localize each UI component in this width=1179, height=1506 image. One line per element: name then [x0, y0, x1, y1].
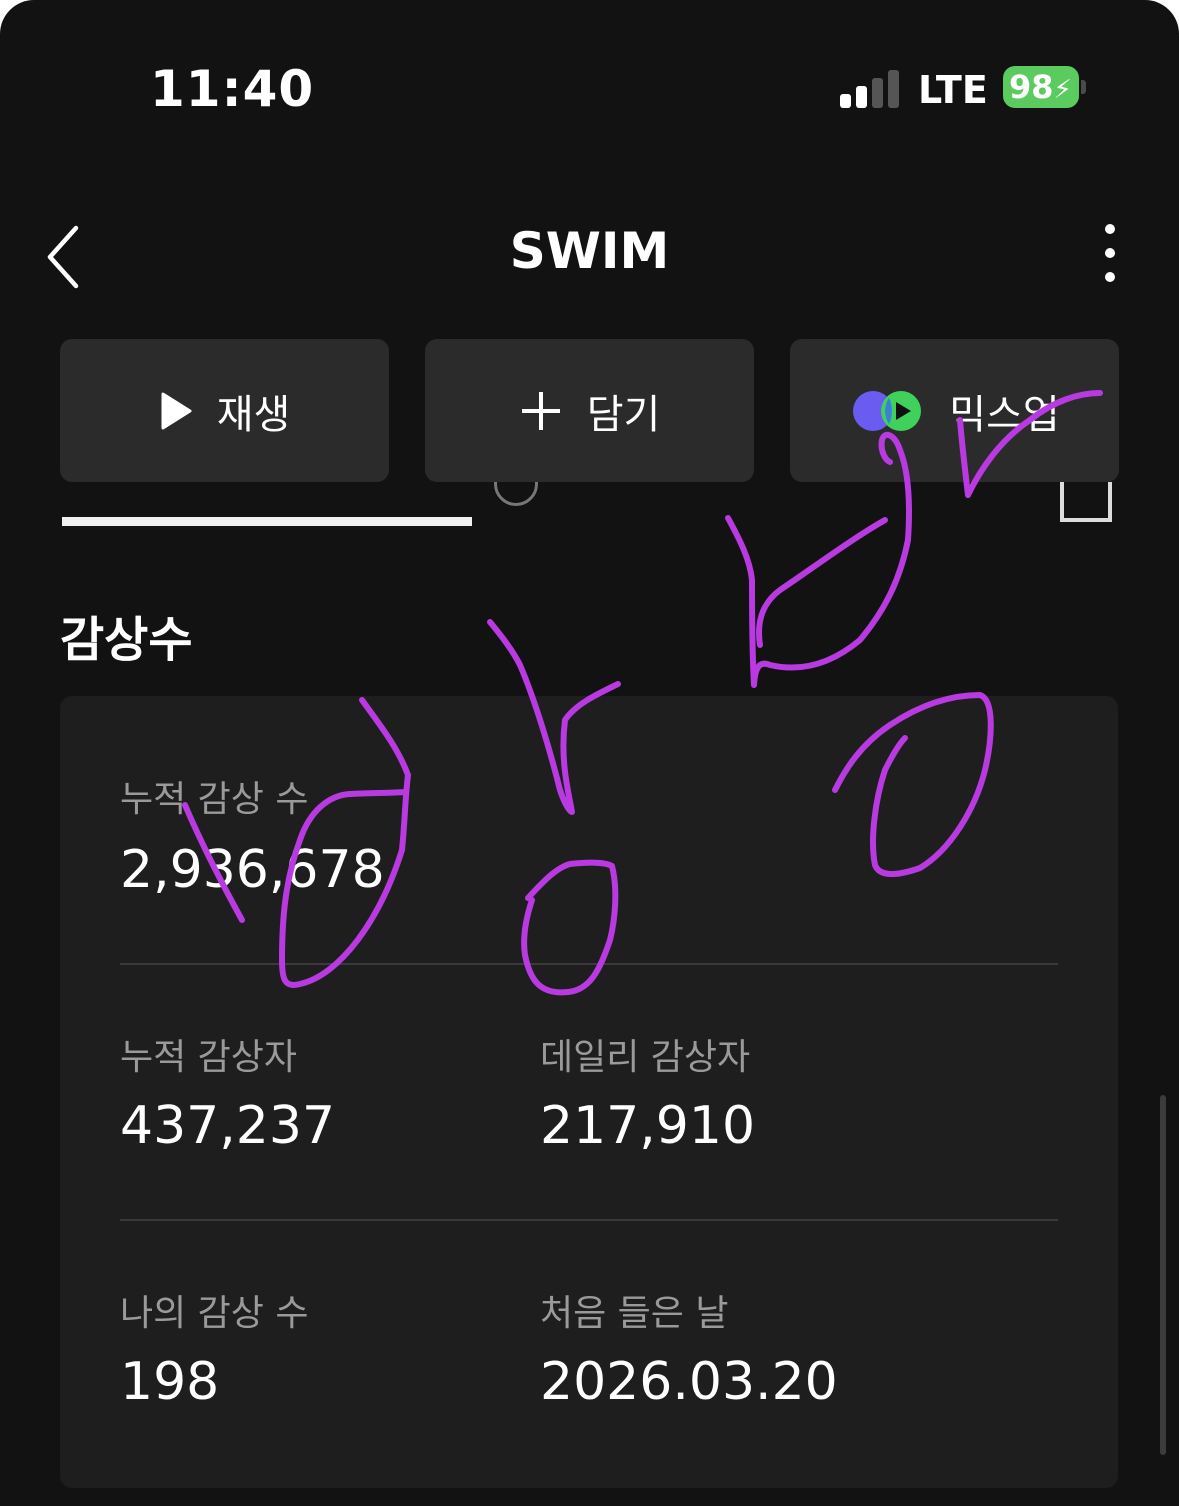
page-title: SWIM: [509, 222, 670, 280]
play-icon: [161, 392, 192, 429]
total-plays-label: 누적 감상 수: [120, 779, 309, 820]
mixup-button[interactable]: 믹스업: [790, 339, 1119, 482]
mixup-button-label: 믹스업: [949, 391, 1060, 438]
top-nav: SWIM: [0, 200, 1179, 310]
my-plays-label: 나의 감상 수: [120, 1293, 309, 1334]
daily-listeners-value: 217,910: [540, 1096, 756, 1156]
battery-tip: [1081, 80, 1086, 94]
total-plays-value: 2,936,678: [120, 840, 385, 900]
app-screen: 11:40 LTE 98⚡ SWIM 재생 담기 믹스업 감상수 누적 감상 수…: [0, 0, 1179, 1506]
status-bar: 11:40 LTE 98⚡: [0, 0, 1179, 180]
first-listened-value: 2026.03.20: [540, 1352, 838, 1412]
battery-level: 98: [1009, 68, 1054, 106]
section-title: 감상수: [60, 612, 193, 668]
battery-icon: 98⚡: [1003, 66, 1079, 108]
more-options-button[interactable]: [1090, 218, 1130, 288]
expand-icon: [1060, 482, 1112, 522]
my-plays-value: 198: [120, 1352, 220, 1412]
add-button-label: 담기: [586, 391, 661, 438]
total-listeners-value: 437,237: [120, 1096, 336, 1156]
stats-card: 누적 감상 수 2,936,678 누적 감상자 437,237 데일리 감상자…: [60, 696, 1118, 1488]
divider: [120, 1219, 1058, 1221]
add-button[interactable]: 담기: [425, 339, 754, 482]
plus-icon: [521, 391, 560, 430]
status-time: 11:40: [150, 60, 315, 118]
total-listeners-label: 누적 감상자: [120, 1037, 298, 1078]
network-label: LTE: [918, 68, 988, 112]
scrolled-section-heading: [0, 482, 1179, 530]
divider: [120, 963, 1058, 965]
scrollbar[interactable]: [1160, 1095, 1166, 1455]
info-icon: [494, 482, 538, 506]
signal-icon: [840, 70, 900, 108]
mixup-icon: [853, 390, 922, 431]
first-listened-label: 처음 들은 날: [540, 1293, 729, 1334]
play-button[interactable]: 재생: [60, 339, 389, 482]
daily-listeners-label: 데일리 감상자: [540, 1037, 751, 1078]
more-vertical-icon: [1105, 224, 1115, 282]
play-button-label: 재생: [216, 391, 291, 438]
